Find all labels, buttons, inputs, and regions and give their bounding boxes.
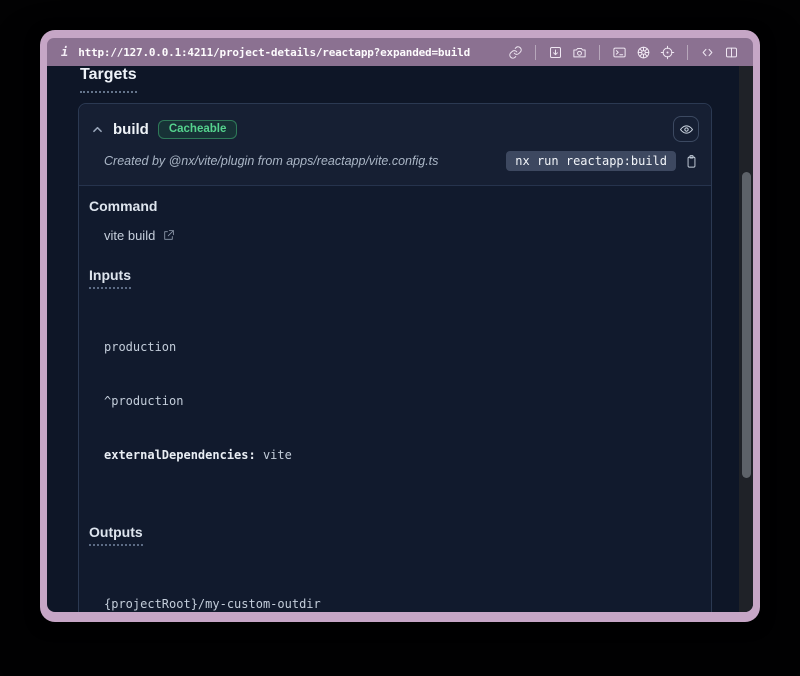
external-link-icon[interactable] bbox=[162, 229, 175, 242]
copy-icon bbox=[684, 154, 699, 169]
globe-icon[interactable] bbox=[636, 45, 651, 60]
command-section-heading: Command bbox=[89, 198, 701, 214]
panel-split-icon[interactable] bbox=[724, 45, 739, 60]
copy-command-button[interactable] bbox=[684, 154, 699, 169]
target-name: build bbox=[113, 121, 149, 138]
inputs-list: production ^production externalDependenc… bbox=[104, 302, 701, 500]
toolbar-separator bbox=[599, 45, 600, 60]
code-icon[interactable] bbox=[700, 45, 715, 60]
toolbar-separator bbox=[687, 45, 688, 60]
cacheable-badge: Cacheable bbox=[158, 120, 238, 139]
link-icon[interactable] bbox=[508, 45, 523, 60]
build-header-toggle[interactable]: build Cacheable bbox=[91, 116, 699, 142]
view-details-button[interactable] bbox=[673, 116, 699, 142]
input-item: production bbox=[104, 338, 701, 356]
eye-icon bbox=[679, 122, 694, 137]
info-icon: i bbox=[61, 45, 68, 59]
download-icon[interactable] bbox=[548, 45, 563, 60]
stage: i http://127.0.0.1:4211/project-details/… bbox=[0, 0, 800, 676]
outputs-list: {projectRoot}/my-custom-outdir bbox=[104, 559, 701, 612]
command-value-row: vite build bbox=[104, 228, 701, 243]
chevron-up-icon bbox=[91, 123, 104, 136]
targets-heading: Targets bbox=[80, 66, 137, 93]
inputs-section-heading: Inputs bbox=[89, 267, 701, 289]
input-item: ^production bbox=[104, 392, 701, 410]
run-command-chip: nx run reactapp:build bbox=[506, 151, 676, 171]
created-by-row: Created by @nx/vite/plugin from apps/rea… bbox=[91, 151, 699, 171]
target-icon[interactable] bbox=[660, 45, 675, 60]
toolbar-separator bbox=[535, 45, 536, 60]
terminal-icon[interactable] bbox=[612, 45, 627, 60]
run-command-group: nx run reactapp:build bbox=[506, 151, 699, 171]
input-item: externalDependencies: vite bbox=[104, 446, 701, 464]
command-value: vite build bbox=[104, 228, 155, 243]
camera-icon[interactable] bbox=[572, 45, 587, 60]
address-url: http://127.0.0.1:4211/project-details/re… bbox=[78, 46, 470, 59]
outputs-section-heading: Outputs bbox=[89, 524, 701, 546]
build-target-card: build Cacheable Created by @nx/vite/plug… bbox=[78, 103, 712, 612]
page-viewport: Targets build Cacheable Created by @nx/v bbox=[47, 66, 753, 612]
created-by-text: Created by @nx/vite/plugin from apps/rea… bbox=[104, 154, 438, 168]
scrollbar-track[interactable] bbox=[739, 66, 753, 612]
toolbar-actions bbox=[508, 45, 739, 60]
scrollbar-thumb[interactable] bbox=[742, 172, 751, 478]
build-card-body: Command vite build Inputs production ^pr… bbox=[79, 186, 711, 612]
build-card-header: build Cacheable Created by @nx/vite/plug… bbox=[79, 104, 711, 186]
browser-toolbar: i http://127.0.0.1:4211/project-details/… bbox=[47, 38, 753, 66]
browser-window: i http://127.0.0.1:4211/project-details/… bbox=[40, 30, 760, 622]
output-item: {projectRoot}/my-custom-outdir bbox=[104, 595, 701, 612]
